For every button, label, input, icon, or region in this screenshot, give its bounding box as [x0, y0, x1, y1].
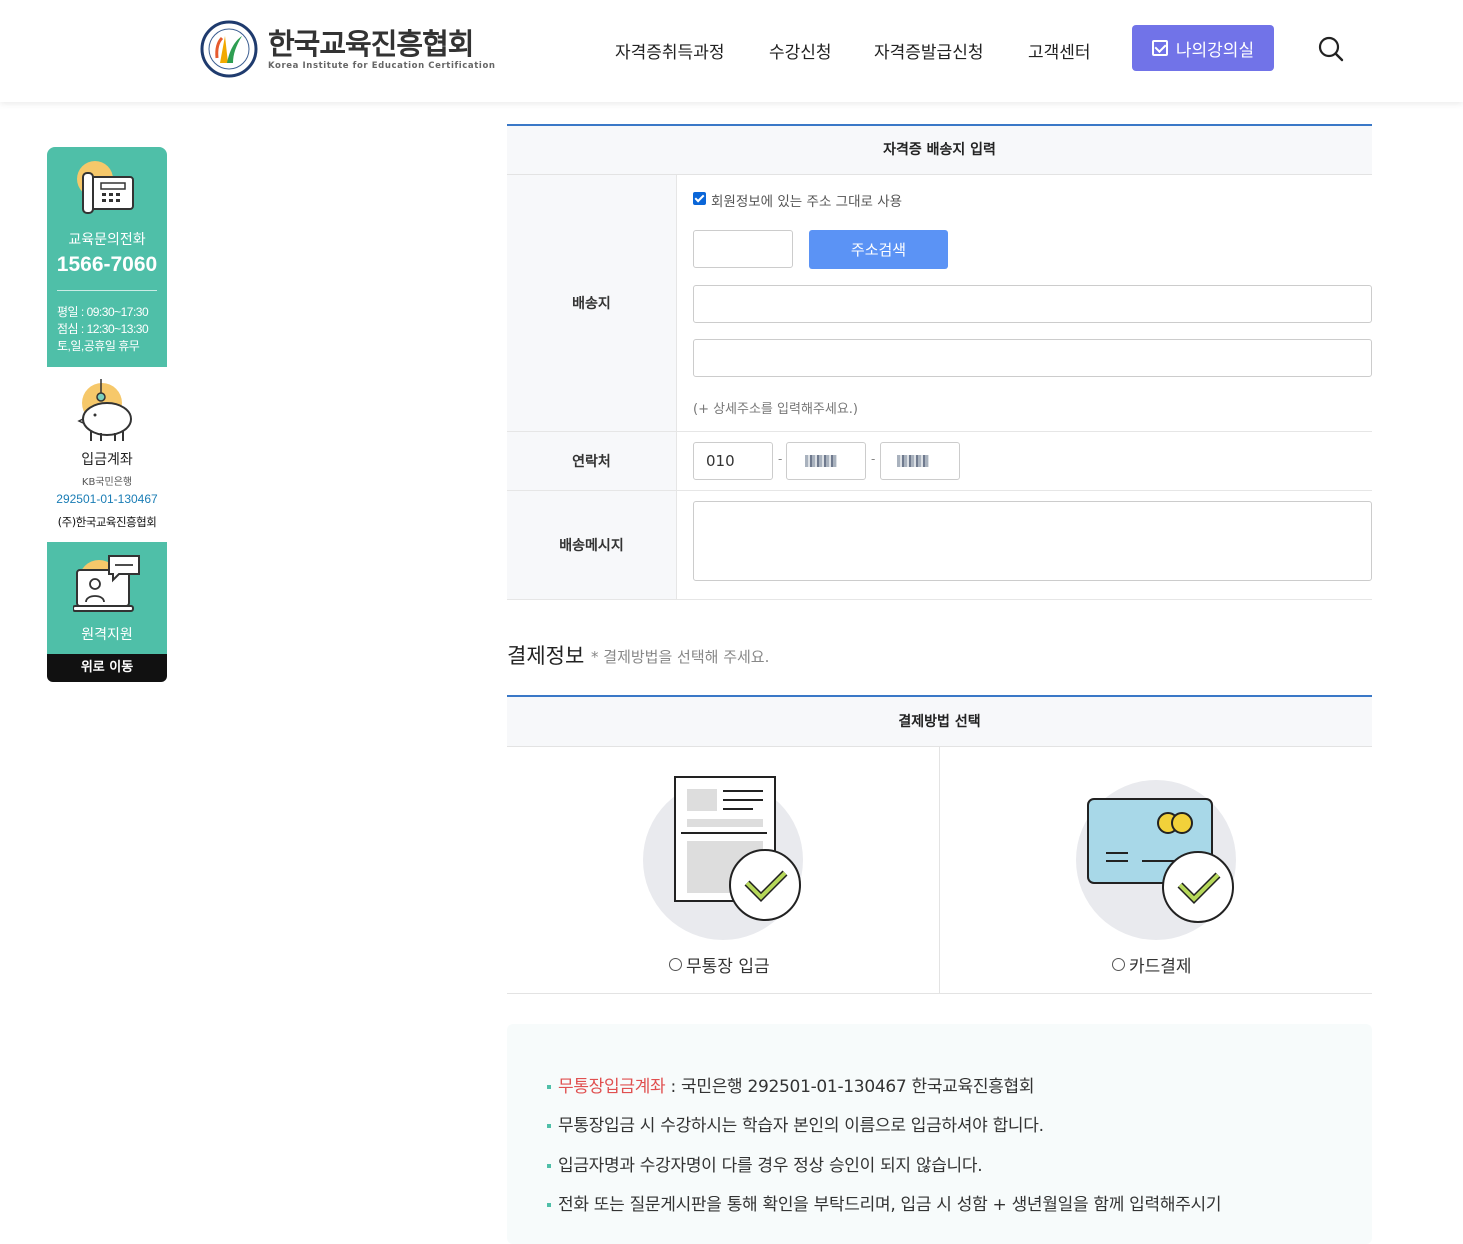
piggy-bank-icon	[77, 379, 132, 441]
address-line1-input[interactable]	[693, 285, 1372, 323]
payment-option-bank-transfer[interactable]: 무통장 입금	[507, 747, 940, 994]
shipping-section-title: 자격증 배송지 입력	[507, 124, 1372, 175]
logo-korean: 한국교육진흥협회	[268, 27, 474, 61]
logo-english: Korea Institute for Education Certificat…	[268, 61, 496, 71]
bank-title: 입금계좌	[81, 452, 133, 468]
sidebar-phone-panel: 교육문의전화 1566-7060 평일 : 09:30~17:30 점심 : 1…	[47, 147, 167, 367]
search-icon[interactable]	[1318, 36, 1344, 62]
scroll-top-button[interactable]: 위로 이동	[47, 654, 167, 682]
payment-notice-box: 무통장입금계좌 : 국민은행 292501-01-130467 한국교육진흥협회…	[507, 1024, 1372, 1244]
payment-heading: 결제정보	[507, 644, 585, 668]
address-label: 배송지	[572, 296, 611, 312]
site-logo[interactable]: 한국교육진흥협회 Korea Institute for Education C…	[200, 18, 496, 80]
payment-option-card[interactable]: 카드결제	[940, 747, 1372, 994]
address-row-label: 배송지	[507, 175, 677, 432]
credit-card-check-icon	[1087, 798, 1234, 923]
nav-enrollment[interactable]: 수강신청	[769, 38, 832, 63]
phone-label: 연락처	[572, 454, 611, 470]
payment-method-title: 결제방법 선택	[507, 695, 1372, 747]
my-classroom-label: 나의강의실	[1175, 40, 1255, 61]
logo-seal-icon	[200, 20, 258, 78]
message-row-label: 배송메시지	[507, 491, 677, 600]
checkbox-icon	[1151, 40, 1168, 56]
hours-lunch: 점심 : 12:30~13:30	[57, 322, 149, 336]
hours-closed: 토,일,공휴일 휴무	[57, 339, 140, 353]
address-hint: (+ 상세주소를 입력해주세요.)	[693, 402, 858, 417]
use-member-address-label[interactable]: 회원정보에 있는 주소 그대로 사용	[711, 190, 902, 210]
phone-number: 1566-7060	[56, 253, 158, 276]
notice-account-label: 무통장입금계좌	[558, 1077, 666, 1097]
nav-certificate-courses[interactable]: 자격증취득과정	[615, 38, 724, 63]
nav-certificate-issue[interactable]: 자격증발급신청	[874, 38, 983, 63]
bank-account: 292501-01-130467	[56, 492, 158, 506]
card-payment-radio[interactable]	[1112, 958, 1125, 971]
notice-line-contact: 전화 또는 질문게시판을 통해 확인을 부탁드리며, 입금 시 성함 + 생년월…	[547, 1190, 1222, 1215]
notice-mismatch-text: 입금자명과 수강자명이 다를 경우 정상 승인이 되지 않습니다.	[558, 1156, 983, 1176]
notice-name-text: 무통장입금 시 수강하시는 학습자 본인의 이름으로 입금하셔야 합니다.	[558, 1116, 1044, 1136]
notice-line-mismatch: 입금자명과 수강자명이 다를 경우 정상 승인이 되지 않습니다.	[547, 1151, 983, 1176]
notice-line-account: 무통장입금계좌 : 국민은행 292501-01-130467 한국교육진흥협회	[547, 1072, 1035, 1097]
phone-prefix-value: 010	[706, 452, 735, 470]
bank-name: KB국민은행	[81, 477, 133, 488]
delivery-message-textarea[interactable]	[693, 501, 1372, 581]
phone-last-input[interactable]	[880, 442, 960, 480]
postal-code-input[interactable]	[693, 230, 793, 268]
notice-contact-text: 전화 또는 질문게시판을 통해 확인을 부탁드리며, 입금 시 성함 + 생년월…	[558, 1195, 1222, 1215]
phone-prefix-input[interactable]: 010	[693, 442, 773, 480]
sidebar-bank-panel: 입금계좌 KB국민은행 292501-01-130467 (주)한국교육진흥협회	[47, 367, 167, 542]
address-search-button[interactable]: 주소검색	[809, 230, 948, 269]
bank-transfer-radio[interactable]	[669, 958, 682, 971]
bank-holder: (주)한국교육진흥협회	[57, 515, 157, 529]
message-label: 배송메시지	[559, 538, 624, 554]
address-line2-input[interactable]	[693, 339, 1372, 377]
card-payment-label: 카드결제	[1129, 957, 1192, 977]
remote-support-label: 원격지원	[81, 627, 133, 643]
sidebar-remote-support[interactable]: 원격지원	[47, 542, 167, 654]
phone-middle-input[interactable]	[786, 442, 866, 480]
notice-account-text: : 국민은행 292501-01-130467 한국교육진흥협회	[665, 1077, 1035, 1097]
site-header: 한국교육진흥협회 Korea Institute for Education C…	[0, 0, 1463, 102]
hours-weekday: 평일 : 09:30~17:30	[57, 305, 149, 319]
payment-subheading: * 결제방법을 선택해 주세요.	[591, 648, 770, 666]
document-check-icon	[674, 776, 801, 921]
telephone-icon	[77, 161, 134, 214]
use-member-address-checkbox[interactable]	[693, 192, 706, 205]
my-classroom-button[interactable]: 나의강의실	[1132, 25, 1274, 71]
notice-line-name: 무통장입금 시 수강하시는 학습자 본인의 이름으로 입금하셔야 합니다.	[547, 1111, 1044, 1136]
remote-support-icon	[73, 555, 140, 612]
phone-title: 교육문의전화	[68, 232, 146, 248]
phone-row-label: 연락처	[507, 432, 677, 491]
bank-transfer-label: 무통장 입금	[686, 957, 770, 977]
nav-customer-center[interactable]: 고객센터	[1028, 38, 1091, 63]
